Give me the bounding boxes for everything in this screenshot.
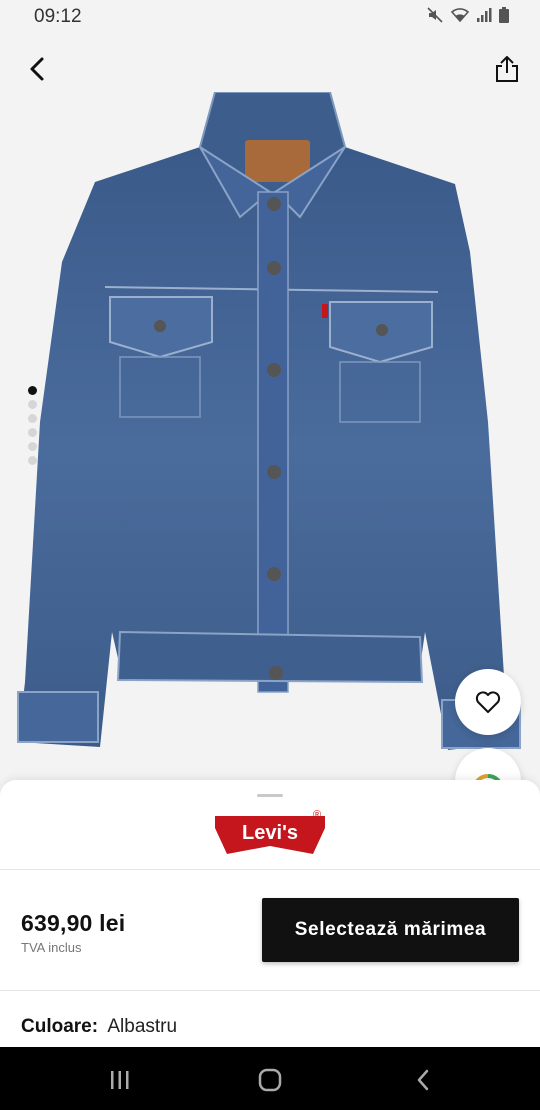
status-icons [426,6,510,24]
heart-icon [475,691,501,713]
divider [0,990,540,991]
gallery-dot[interactable] [28,456,37,465]
registered-mark: ® [313,810,321,821]
gallery-dot[interactable] [28,400,37,409]
price: 639,90 lei [21,910,126,936]
product-image[interactable] [0,92,540,782]
product-sheet: Levi's ® 639,90 lei TVA inclus Selecteaz… [0,780,540,1048]
signal-icon [477,8,492,22]
gallery-dot[interactable] [28,386,37,395]
battery-icon [499,7,509,23]
status-bar: 09:12 [0,0,540,36]
sheet-handle[interactable] [257,794,283,797]
gallery-dot[interactable] [28,442,37,451]
recent-apps-button[interactable] [105,1065,135,1095]
divider [0,869,540,870]
favorite-button[interactable] [455,669,521,735]
share-icon [496,56,518,82]
gallery-pagination[interactable] [28,386,37,465]
nav-back-button[interactable] [408,1065,438,1095]
select-size-button[interactable]: Selectează mărimea [262,898,519,962]
home-button[interactable] [255,1065,285,1095]
top-bar [0,36,540,96]
back-button[interactable] [20,52,54,86]
mute-icon [427,7,443,23]
home-icon [258,1068,282,1092]
brand-name: Levi's [242,822,298,844]
wifi-icon [450,8,470,23]
back-icon [417,1069,429,1091]
system-nav-bar [0,1047,540,1110]
chevron-left-icon [30,57,44,81]
status-time: 09:12 [34,6,82,27]
gallery-dot[interactable] [28,414,37,423]
vat-note: TVA inclus [21,940,82,955]
share-button[interactable] [490,52,524,86]
color-label: Culoare: [21,1016,99,1037]
color-row: Culoare: Albastru [21,1016,177,1038]
recent-apps-icon [111,1071,129,1089]
color-value: Albastru [107,1016,178,1037]
gallery-dot[interactable] [28,428,37,437]
brand-logo[interactable]: Levi's ® [213,810,327,860]
